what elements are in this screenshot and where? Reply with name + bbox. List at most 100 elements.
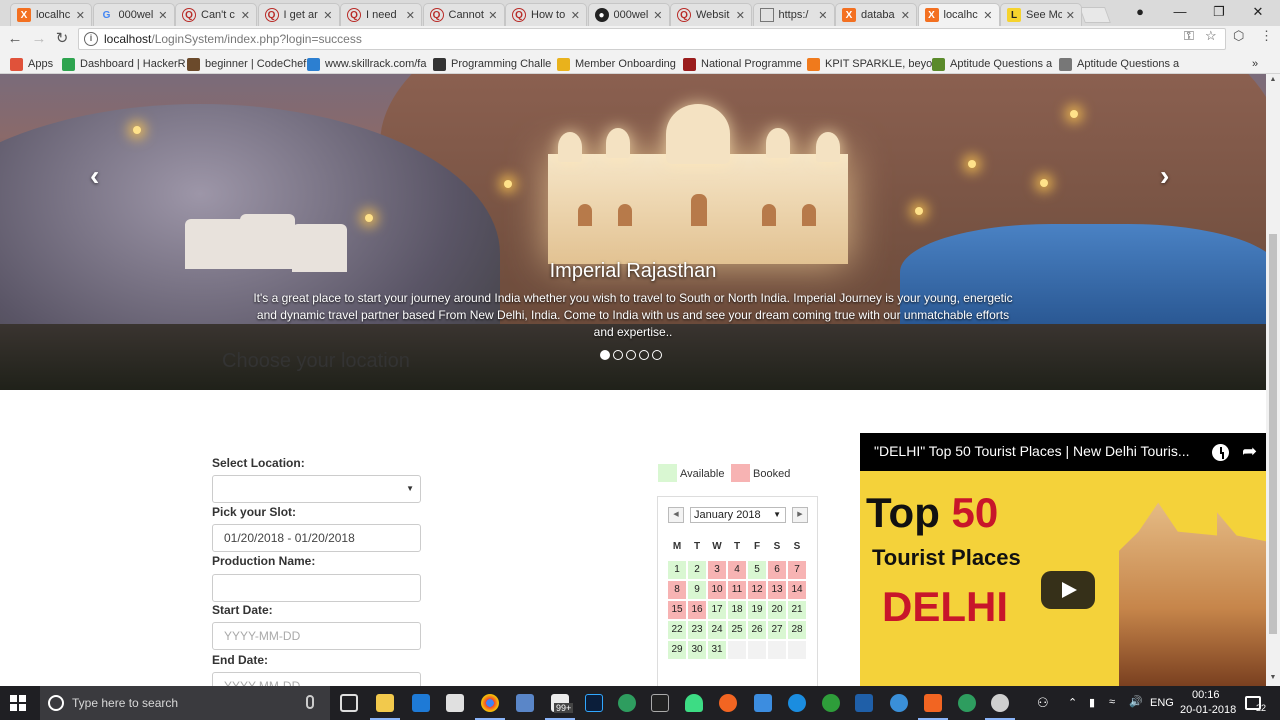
calendar-day-booked[interactable]: 12 bbox=[748, 581, 766, 599]
tab-close-icon[interactable]: ✕ bbox=[241, 9, 250, 22]
back-icon[interactable]: ← bbox=[6, 30, 24, 48]
browser-tab[interactable]: https:/ ✕ bbox=[752, 3, 835, 26]
photoshop-icon[interactable] bbox=[585, 694, 603, 712]
calendar-day-avail[interactable]: 26 bbox=[748, 621, 766, 639]
browser-tab[interactable]: Xlocalhc ✕ bbox=[917, 3, 1000, 26]
menu-icon[interactable]: ⋮ bbox=[1260, 28, 1273, 44]
android-studio-icon[interactable] bbox=[685, 694, 703, 712]
bookmark-item[interactable]: Apps bbox=[10, 56, 53, 72]
calendar-day-avail[interactable]: 25 bbox=[728, 621, 746, 639]
prev-month-icon[interactable]: ◀ bbox=[668, 507, 684, 523]
carousel-prev-icon[interactable]: ‹ bbox=[90, 160, 99, 192]
calendar-day-avail[interactable]: 21 bbox=[788, 601, 806, 619]
calendar-day-avail[interactable]: 28 bbox=[788, 621, 806, 639]
browser-tab[interactable]: Q Websit ✕ bbox=[670, 3, 752, 26]
tray-chevron-icon[interactable]: ⌃ bbox=[1068, 696, 1077, 709]
edge-icon[interactable] bbox=[412, 694, 430, 712]
sync-icon[interactable] bbox=[788, 694, 806, 712]
restore-button[interactable]: ❐ bbox=[1209, 4, 1229, 20]
tab-close-icon[interactable]: ✕ bbox=[901, 9, 910, 22]
language-indicator[interactable]: ENG bbox=[1150, 697, 1174, 709]
browser-tab[interactable]: Q How to ✕ bbox=[505, 3, 587, 26]
carousel-indicator[interactable] bbox=[639, 350, 649, 360]
tab-close-icon[interactable]: ✕ bbox=[488, 9, 497, 22]
virtualbox-icon[interactable] bbox=[516, 694, 534, 712]
carousel-indicator[interactable] bbox=[652, 350, 662, 360]
atom-icon[interactable] bbox=[618, 694, 636, 712]
location-select[interactable]: ▼ bbox=[212, 475, 421, 503]
carousel-indicator[interactable] bbox=[626, 350, 636, 360]
browser-tab[interactable]: Xdataba ✕ bbox=[835, 3, 917, 26]
calendar-day-booked[interactable]: 3 bbox=[708, 561, 726, 579]
browser-tab[interactable]: ● 000wel ✕ bbox=[587, 3, 670, 26]
bookmark-item[interactable]: Programming Challe bbox=[433, 56, 551, 72]
calendar-day-avail[interactable]: 31 bbox=[708, 641, 726, 659]
photos-icon[interactable] bbox=[754, 694, 772, 712]
page-scrollbar[interactable]: ▲ ▼ bbox=[1266, 74, 1280, 686]
volume-icon[interactable]: 🔊 bbox=[1129, 695, 1143, 708]
calendar-day-booked[interactable]: 7 bbox=[788, 561, 806, 579]
tab-close-icon[interactable]: ✕ bbox=[1066, 9, 1075, 22]
sql-icon[interactable] bbox=[855, 694, 873, 712]
calendar-day-avail[interactable]: 24 bbox=[708, 621, 726, 639]
calendar-day-booked[interactable]: 8 bbox=[668, 581, 686, 599]
calendar-day-booked[interactable]: 11 bbox=[728, 581, 746, 599]
tab-close-icon[interactable]: ✕ bbox=[571, 9, 580, 22]
calendar-day-avail[interactable]: 29 bbox=[668, 641, 686, 659]
start-date-input[interactable]: YYYY-MM-DD bbox=[212, 622, 421, 650]
cortana-app-icon[interactable] bbox=[890, 694, 908, 712]
tab-close-icon[interactable]: ✕ bbox=[983, 9, 992, 22]
terminal-icon[interactable] bbox=[651, 694, 669, 712]
browser-tab[interactable]: Q I need ✕ bbox=[340, 3, 422, 26]
calendar-day-booked[interactable]: 15 bbox=[668, 601, 686, 619]
xampp-tray-icon[interactable] bbox=[719, 694, 737, 712]
browser-tab[interactable]: Xlocalhc ✕ bbox=[10, 3, 92, 26]
calendar-day-booked[interactable]: 6 bbox=[768, 561, 786, 579]
browser-tab[interactable]: Q Can't c ✕ bbox=[175, 3, 257, 26]
calendar-day-avail[interactable]: 23 bbox=[688, 621, 706, 639]
scroll-up-icon[interactable]: ▲ bbox=[1269, 76, 1277, 83]
bookmark-item[interactable]: Aptitude Questions a bbox=[1059, 56, 1179, 72]
taskbar-search[interactable]: Type here to search bbox=[40, 686, 330, 720]
address-bar[interactable]: i localhost/LoginSystem/index.php?login=… bbox=[78, 28, 1226, 50]
calendar-day-avail[interactable]: 20 bbox=[768, 601, 786, 619]
tab-close-icon[interactable]: ✕ bbox=[653, 9, 662, 22]
browser-tab[interactable]: Q I get ar ✕ bbox=[257, 3, 340, 26]
video-embed[interactable]: Top 50 Tourist Places DELHI "DELHI" Top … bbox=[860, 433, 1266, 686]
calendar-day-booked[interactable]: 10 bbox=[708, 581, 726, 599]
next-month-icon[interactable]: ▶ bbox=[792, 507, 808, 523]
people-icon[interactable]: ⚇ bbox=[1037, 695, 1049, 711]
production-input[interactable] bbox=[212, 574, 421, 602]
extension-icon[interactable]: ⬡ bbox=[1233, 28, 1244, 44]
slot-input[interactable]: 01/20/2018 - 01/20/2018 bbox=[212, 524, 421, 552]
calendar-day-avail[interactable]: 30 bbox=[688, 641, 706, 659]
calendar-day-booked[interactable]: 13 bbox=[768, 581, 786, 599]
skype-icon[interactable] bbox=[822, 694, 840, 712]
scroll-thumb[interactable] bbox=[1269, 234, 1277, 634]
wifi-icon[interactable]: ≈ bbox=[1109, 696, 1115, 708]
tab-close-icon[interactable]: ✕ bbox=[323, 9, 332, 22]
site-info-icon[interactable]: i bbox=[84, 32, 98, 46]
bookmark-item[interactable]: Member Onboarding bbox=[557, 56, 676, 72]
hardware-icon[interactable] bbox=[985, 694, 1015, 720]
play-button[interactable] bbox=[1041, 571, 1095, 609]
video-title[interactable]: "DELHI" Top 50 Tourist Places | New Delh… bbox=[874, 443, 1190, 459]
calendar-day-avail[interactable]: 27 bbox=[768, 621, 786, 639]
carousel-indicator[interactable] bbox=[600, 350, 610, 360]
profile-icon[interactable]: ● bbox=[1130, 4, 1150, 19]
task-view-icon[interactable] bbox=[340, 694, 358, 712]
share-icon[interactable]: ➦ bbox=[1242, 441, 1257, 462]
calendar-day-avail[interactable]: 1 bbox=[668, 561, 686, 579]
browser-tab[interactable]: Q Cannot ✕ bbox=[422, 3, 505, 26]
tab-close-icon[interactable]: ✕ bbox=[818, 9, 827, 22]
key-icon[interactable]: ⚿ bbox=[1184, 28, 1194, 44]
end-date-input[interactable]: YYYY-MM-DD bbox=[212, 672, 421, 686]
tab-close-icon[interactable]: ✕ bbox=[406, 9, 415, 22]
windows-start-icon[interactable] bbox=[10, 695, 26, 711]
tab-close-icon[interactable]: ✕ bbox=[736, 9, 745, 22]
carousel-indicator[interactable] bbox=[613, 350, 623, 360]
clock-time[interactable]: 00:16 bbox=[1192, 689, 1220, 701]
bookmark-item[interactable]: KPIT SPARKLE, beyon bbox=[807, 56, 938, 72]
battery-icon[interactable]: ▮ bbox=[1089, 696, 1095, 709]
bookmark-item[interactable]: beginner | CodeChef bbox=[187, 56, 306, 72]
